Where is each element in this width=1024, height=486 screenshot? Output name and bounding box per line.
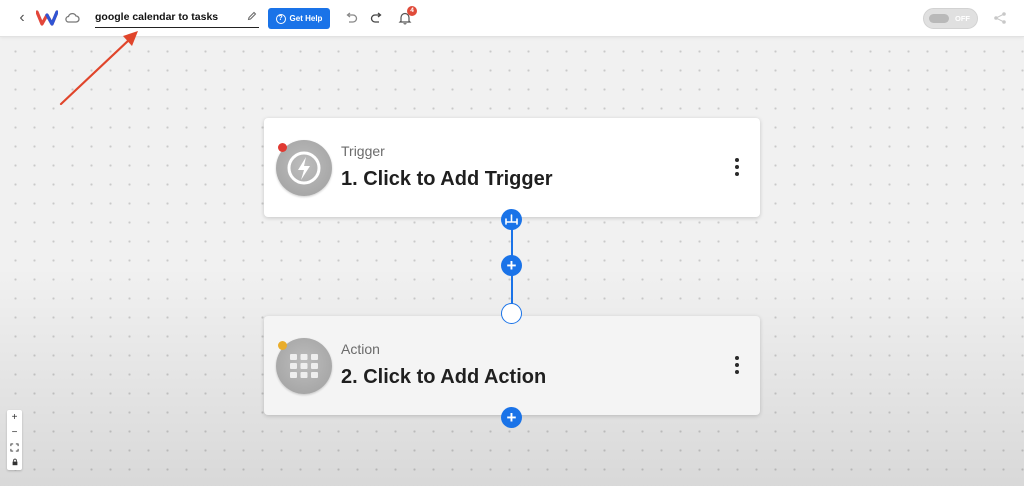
zoom-controls: + − — [7, 410, 22, 470]
add-step-button[interactable]: + — [501, 255, 522, 276]
action-status-dot — [278, 341, 287, 350]
pencil-icon[interactable] — [247, 11, 257, 21]
toggle-knob — [929, 14, 949, 23]
split-node-icon[interactable] — [501, 209, 522, 230]
notification-badge: 4 — [407, 6, 417, 16]
kebab-menu-icon[interactable] — [730, 158, 744, 178]
get-help-button[interactable]: ? Get Help — [268, 8, 330, 29]
undo-icon[interactable] — [344, 12, 358, 24]
action-title: 2. Click to Add Action — [341, 366, 547, 388]
action-card[interactable]: Action 2. Click to Add Action — [264, 316, 760, 415]
fit-view-icon[interactable] — [7, 440, 22, 455]
toggle-label: OFF — [955, 14, 970, 23]
redo-icon[interactable] — [370, 12, 384, 24]
empty-connector-node[interactable] — [501, 303, 522, 324]
trigger-title: 1. Click to Add Trigger — [341, 168, 553, 190]
logo-icon — [36, 10, 58, 26]
share-icon[interactable] — [993, 11, 1007, 25]
help-icon: ? — [275, 13, 286, 24]
top-bar: ‹ google calendar to tasks ? Get Help 4 … — [0, 0, 1024, 37]
workflow-name: google calendar to tasks — [95, 11, 219, 23]
get-help-label: Get Help — [289, 14, 323, 23]
trigger-type-label: Trigger — [341, 143, 385, 159]
zoom-in-button[interactable]: + — [7, 410, 22, 425]
annotation-arrow — [59, 31, 138, 106]
workflow-toggle[interactable]: OFF — [923, 8, 978, 29]
back-chevron-icon[interactable]: ‹ — [14, 10, 30, 26]
lock-icon[interactable] — [7, 455, 22, 470]
kebab-menu-icon[interactable] — [730, 356, 744, 376]
trigger-status-dot — [278, 143, 287, 152]
trigger-card[interactable]: Trigger 1. Click to Add Trigger — [264, 118, 760, 217]
action-type-label: Action — [341, 341, 380, 357]
zoom-out-button[interactable]: − — [7, 425, 22, 440]
add-step-button[interactable]: + — [501, 407, 522, 428]
cloud-icon[interactable] — [64, 11, 80, 25]
